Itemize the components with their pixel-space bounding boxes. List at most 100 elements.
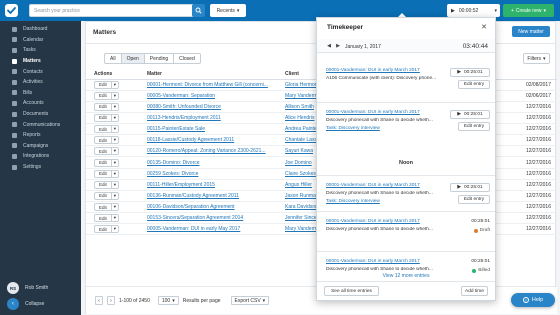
tab-closed[interactable]: Closed bbox=[174, 53, 201, 64]
app-logo[interactable] bbox=[5, 4, 18, 17]
column-header-matter[interactable]: Matter bbox=[139, 69, 277, 80]
client-link[interactable]: Sayuri Kawa bbox=[285, 148, 313, 154]
matter-link[interactable]: 00001-Hermont: Divorce from Matthew Gill… bbox=[147, 82, 268, 88]
sidebar-item-activities[interactable]: Activities bbox=[0, 77, 81, 88]
sidebar-item-settings[interactable]: Settings bbox=[0, 162, 81, 173]
edit-button[interactable]: Edit ▾ bbox=[94, 113, 120, 122]
filters-button[interactable]: Filters ▾ bbox=[523, 53, 550, 64]
chevron-down-icon[interactable]: ▾ bbox=[110, 103, 118, 110]
edit-button[interactable]: Edit ▾ bbox=[94, 191, 120, 200]
client-link[interactable]: Angus Hiller bbox=[285, 182, 312, 188]
edit-entry-button[interactable]: Edit entry bbox=[458, 195, 490, 204]
sidebar-item-communications[interactable]: Communications bbox=[0, 119, 81, 130]
tab-pending[interactable]: Pending bbox=[144, 53, 175, 64]
edit-button[interactable]: Edit ▾ bbox=[94, 125, 120, 134]
search-input[interactable] bbox=[30, 5, 203, 16]
matter-link[interactable]: 00113-Hendrix/Employment 2011 bbox=[147, 115, 221, 121]
collapse-sidebar-button[interactable]: ‹ Collapse bbox=[7, 298, 44, 310]
chevron-down-icon[interactable]: ▾ bbox=[110, 170, 118, 177]
matter-link[interactable]: 00153-Sincera/Separation Agreement 2014 bbox=[147, 215, 243, 221]
matter-link[interactable]: 00120-Romero/Appeal: Zoning Variance 230… bbox=[147, 148, 266, 154]
client-link[interactable]: Joe Domino bbox=[285, 160, 312, 166]
client-link[interactable]: Claire Szokes bbox=[285, 171, 316, 177]
matter-link[interactable]: 00136-Runman/Custody Agreement 2011 bbox=[147, 193, 239, 199]
sidebar-item-contacts[interactable]: Contacts bbox=[0, 66, 81, 77]
add-time-button[interactable]: Add time bbox=[461, 286, 488, 296]
tab-open[interactable]: Open bbox=[121, 53, 145, 64]
matter-link[interactable]: 00115-Painter/Estate Sale bbox=[147, 126, 205, 132]
edit-button[interactable]: Edit ▾ bbox=[94, 214, 120, 223]
play-timer-button[interactable]: ▶ 00:25:01 bbox=[450, 110, 490, 119]
previous-page-button[interactable]: ‹ bbox=[95, 296, 103, 305]
sidebar-item-campaigns[interactable]: Campaigns bbox=[0, 141, 81, 152]
per-page-select[interactable]: 100 ▾ bbox=[157, 296, 179, 305]
chevron-down-icon[interactable]: ▾ bbox=[110, 148, 118, 155]
matter-link[interactable]: 00259 Szokes: Divorce bbox=[147, 171, 198, 177]
create-new-button[interactable]: + Create new ▾ bbox=[503, 4, 554, 17]
view-more-entries-link[interactable]: View 12 more entries bbox=[317, 273, 495, 279]
next-page-button[interactable]: › bbox=[107, 296, 115, 305]
client-link[interactable]: Kara Davidson bbox=[285, 204, 318, 210]
sidebar-item-bills[interactable]: Bills bbox=[0, 88, 81, 99]
sidebar-item-accounts[interactable]: Accounts bbox=[0, 98, 81, 109]
recents-dropdown[interactable]: Recents ▾ bbox=[210, 4, 246, 17]
client-link[interactable]: Allison Smith bbox=[285, 104, 314, 110]
chevron-down-icon[interactable]: ▾ bbox=[110, 92, 118, 99]
chevron-down-icon[interactable]: ▾ bbox=[110, 192, 118, 199]
column-header-actions[interactable]: Actions bbox=[86, 69, 139, 80]
matter-link[interactable]: 00080-Smith: Unfounded Divorce bbox=[147, 104, 221, 110]
sidebar-item-dashboard[interactable]: Dashboard bbox=[0, 24, 81, 35]
sidebar-item-documents[interactable]: Documents bbox=[0, 109, 81, 120]
sidebar-item-integrations[interactable]: Integrations bbox=[0, 151, 81, 162]
client-link[interactable]: Jason Runman bbox=[285, 193, 319, 199]
sidebar-item-reports[interactable]: Reports bbox=[0, 130, 81, 141]
search-button[interactable] bbox=[192, 4, 205, 17]
previous-day-button[interactable]: ◀ bbox=[325, 42, 333, 50]
chevron-down-icon[interactable]: ▾ bbox=[110, 126, 118, 133]
client-link[interactable]: Alice Hendrix bbox=[285, 115, 314, 121]
chevron-down-icon[interactable]: ▾ bbox=[110, 114, 118, 121]
edit-button[interactable]: Edit ▾ bbox=[94, 169, 120, 178]
close-icon[interactable]: ✕ bbox=[481, 23, 487, 31]
edit-button[interactable]: Edit ▾ bbox=[94, 102, 120, 111]
entry-matter-link[interactable]: 00001-Vanderman: DUI in early March 2017 bbox=[326, 219, 490, 224]
play-timer-button[interactable]: ▶ 00:25:01 bbox=[450, 183, 490, 192]
next-day-button[interactable]: ▶ bbox=[334, 42, 342, 50]
timer-button[interactable]: ▶ 00:00:52 ▾ bbox=[447, 4, 500, 17]
edit-button[interactable]: Edit ▾ bbox=[94, 80, 120, 89]
entry-matter-link[interactable]: 00001-Vanderman: DUI in early March 2017 bbox=[326, 259, 490, 264]
timekeeper-date[interactable]: January 1, 2017 bbox=[345, 44, 381, 50]
help-button[interactable]: ? Help bbox=[511, 293, 555, 307]
matter-link[interactable]: 00005-Vanderman: Separation bbox=[147, 93, 215, 99]
edit-button[interactable]: Edit ▾ bbox=[94, 203, 120, 212]
play-timer-button[interactable]: ▶ 00:25:01 bbox=[450, 68, 490, 77]
chevron-down-icon[interactable]: ▾ bbox=[110, 181, 118, 188]
chevron-down-icon[interactable]: ▾ bbox=[110, 204, 118, 211]
sidebar-item-calendar[interactable]: Calendar bbox=[0, 35, 81, 46]
edit-entry-button[interactable]: Edit entry bbox=[458, 122, 490, 131]
chevron-down-icon[interactable]: ▾ bbox=[110, 226, 118, 233]
matter-link[interactable]: 00111-Hiller/Employment 2015 bbox=[147, 182, 215, 188]
chevron-down-icon[interactable]: ▾ bbox=[110, 81, 118, 88]
see-all-time-entries-button[interactable]: See all time entries bbox=[324, 286, 379, 296]
sidebar-item-tasks[interactable]: Tasks bbox=[0, 45, 81, 56]
tab-all[interactable]: All bbox=[104, 53, 122, 64]
edit-button[interactable]: Edit ▾ bbox=[94, 180, 120, 189]
sidebar-item-matters[interactable]: Matters bbox=[0, 56, 81, 67]
edit-button[interactable]: Edit ▾ bbox=[94, 91, 120, 100]
edit-button[interactable]: Edit ▾ bbox=[94, 158, 120, 167]
matter-link[interactable]: 00135-Domino: Divorce bbox=[147, 160, 200, 166]
matter-link[interactable]: 00005-Vanderman: DUI in early May 2017 bbox=[147, 226, 240, 232]
edit-button[interactable]: Edit ▾ bbox=[94, 225, 120, 234]
edit-entry-button[interactable]: Edit entry bbox=[458, 80, 490, 89]
chevron-down-icon[interactable]: ▾ bbox=[110, 137, 118, 144]
export-csv-button[interactable]: Export CSV ▾ bbox=[230, 296, 270, 305]
matter-link[interactable]: 00106-Davidson/Separation Agreement bbox=[147, 204, 235, 210]
new-matter-button[interactable]: New matter bbox=[512, 26, 550, 37]
edit-button[interactable]: Edit ▾ bbox=[94, 147, 120, 156]
client-link[interactable]: Gloria Hermont bbox=[285, 82, 319, 88]
chevron-down-icon[interactable]: ▾ bbox=[110, 159, 118, 166]
user-menu[interactable]: RS Rob Smith bbox=[7, 282, 48, 294]
edit-button[interactable]: Edit ▾ bbox=[94, 136, 120, 145]
chevron-down-icon[interactable]: ▾ bbox=[110, 215, 118, 222]
